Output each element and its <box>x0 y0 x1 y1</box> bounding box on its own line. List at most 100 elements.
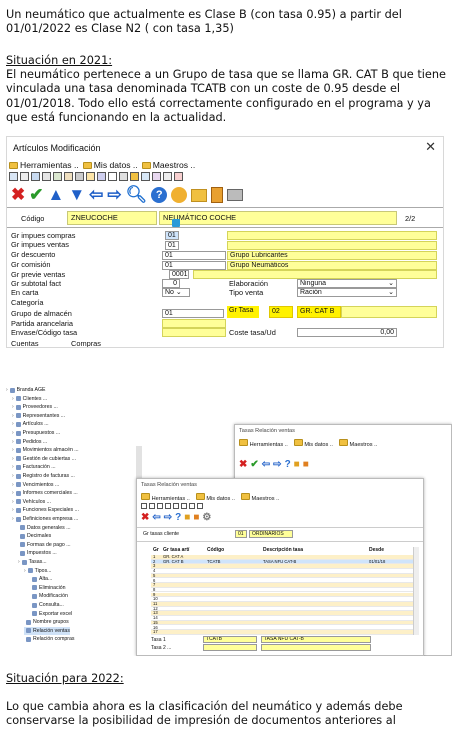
yellow-field[interactable] <box>227 241 437 250</box>
toolbar-icon[interactable] <box>152 172 161 181</box>
arrow-down-icon[interactable]: ▼ <box>68 186 85 204</box>
tree-item[interactable]: › Tasas... <box>18 558 47 566</box>
grid-scrollbar[interactable] <box>413 547 419 635</box>
toolbar-icon[interactable] <box>181 503 187 509</box>
tree-item[interactable]: › Gestión de cubiertas ... <box>12 455 76 463</box>
coste-field[interactable]: 0,00 <box>297 328 397 337</box>
cancel-x-icon[interactable]: ✖ <box>141 512 149 523</box>
print-icon[interactable] <box>227 189 244 201</box>
tree-item[interactable]: Relación ventas <box>24 626 70 635</box>
grupo-name-field[interactable]: ORDINARIOS <box>249 530 293 538</box>
yellow-field[interactable] <box>193 270 437 279</box>
envase-field[interactable] <box>162 328 226 337</box>
tree-item[interactable]: Eliminación <box>30 584 66 592</box>
tree-item[interactable]: › Registro de facturas ... <box>12 472 75 480</box>
arrow-up-icon[interactable]: ▲ <box>48 186 65 204</box>
tree-item[interactable]: Datos generales ... <box>18 524 71 532</box>
toolbar-icon[interactable] <box>163 172 172 181</box>
tree-item[interactable]: › Vehículos ... <box>12 498 51 506</box>
menu-maestros[interactable]: Maestros .. <box>240 493 279 502</box>
help-icon[interactable]: ? <box>175 512 181 523</box>
tasa1-desc-field[interactable]: TASA NFU CAT-B <box>261 636 371 643</box>
tree-item[interactable]: Decimales <box>18 532 51 540</box>
arrow-left-icon[interactable]: ⇦ <box>262 459 270 470</box>
gr-tasa-desc-field[interactable] <box>341 306 437 318</box>
tree-item[interactable]: Alta... <box>30 575 52 583</box>
toolbar-icon[interactable] <box>130 172 139 181</box>
partida-field[interactable] <box>162 319 226 328</box>
tree-item[interactable]: Formas de pago ... <box>18 541 71 549</box>
folder-icon[interactable] <box>191 188 208 202</box>
clipboard-icon[interactable]: ■ <box>193 512 199 523</box>
menu-herramientas[interactable]: Herramientas .. <box>9 159 79 171</box>
tree-item[interactable]: › Vencimientos ... <box>12 481 59 489</box>
toolbar-icon[interactable] <box>141 172 150 181</box>
clipboard-icon[interactable]: ■ <box>303 459 309 470</box>
tree-item[interactable]: › Presupuestos ... <box>12 429 60 437</box>
toolbar-icon[interactable] <box>42 172 51 181</box>
arrow-right-icon[interactable]: ⇨ <box>273 459 281 470</box>
subtotal-field[interactable]: 0 <box>162 279 180 288</box>
tasa2-code-field[interactable] <box>203 644 257 651</box>
settings-icon[interactable] <box>171 187 188 203</box>
codigo-field[interactable]: ZNEUCOCHE <box>67 211 157 225</box>
close-icon[interactable]: ✕ <box>425 139 436 155</box>
menu-mis-datos[interactable]: Mis datos .. <box>82 159 138 171</box>
tree-item[interactable]: Modificación <box>30 592 68 600</box>
toolbar-icon[interactable] <box>174 172 183 181</box>
tree-item[interactable]: › Movimientos almacén ... <box>12 446 79 454</box>
tipo-venta-select[interactable]: Ración ⌄ <box>297 288 397 297</box>
tree-item[interactable]: Exportar excel <box>30 610 72 618</box>
folder-icon[interactable]: ■ <box>294 459 300 470</box>
menu-mis-datos[interactable]: Mis datos .. <box>195 493 235 502</box>
toolbar-icon[interactable] <box>31 172 40 181</box>
cancel-x-icon[interactable]: ✖ <box>11 186 25 204</box>
search-icon[interactable]: 🔍︎ <box>126 186 148 204</box>
tree-item[interactable]: › Definiciones empresa ... <box>12 515 78 523</box>
toolbar-icon[interactable] <box>149 503 155 509</box>
previe-field[interactable]: 0001 <box>169 270 189 279</box>
menu-herramientas[interactable]: Herramientas .. <box>141 493 190 502</box>
gr-tasa-code-field[interactable]: 02 <box>269 306 293 318</box>
en-carta-select[interactable]: No ⌄ <box>162 288 190 297</box>
toolbar-icon[interactable] <box>86 172 95 181</box>
grupo-neumaticos-field[interactable]: Grupo Neumáticos <box>227 261 437 270</box>
toolbar-icon[interactable] <box>64 172 73 181</box>
descuento-field[interactable]: 01 <box>162 251 226 260</box>
comision-field[interactable]: 01 <box>162 261 226 270</box>
toolbar-icon[interactable] <box>20 172 29 181</box>
menu-maestros[interactable]: Maestros .. <box>141 159 195 171</box>
toolbar-icon[interactable] <box>75 172 84 181</box>
settings-icon[interactable]: ⚙ <box>202 512 211 523</box>
tree-item[interactable]: Consulta... <box>30 601 64 609</box>
tree-item[interactable]: › Funciones Especiales ... <box>12 506 79 514</box>
toolbar-icon[interactable] <box>97 172 106 181</box>
tree-item[interactable]: › Proveedores ... <box>12 403 58 411</box>
yellow-field[interactable] <box>227 231 437 240</box>
arrow-left-icon[interactable]: ⇦ <box>152 512 160 523</box>
clipboard-icon[interactable] <box>211 187 224 203</box>
toolbar-icon[interactable] <box>108 172 117 181</box>
toolbar-icon[interactable] <box>165 503 171 509</box>
grupo-code-field[interactable]: 01 <box>235 530 247 538</box>
arrow-left-icon[interactable]: ⇦ <box>89 186 103 204</box>
tasa2-desc-field[interactable] <box>261 644 371 651</box>
tree-item[interactable]: Impuestos ... <box>18 549 57 557</box>
help-icon[interactable]: ? <box>151 187 168 203</box>
tree-item[interactable]: Relación compras <box>24 635 75 643</box>
tree-item[interactable]: Nombre grupos <box>24 618 69 626</box>
tree-item[interactable]: › Artículos ... <box>12 420 49 428</box>
tree-item[interactable]: › Representantes ... <box>12 412 65 420</box>
tree-item[interactable]: › Tipos... <box>24 567 52 575</box>
toolbar-icon[interactable] <box>157 503 163 509</box>
imp-compras-field[interactable]: 01 <box>165 231 179 240</box>
accept-check-icon[interactable]: ✔ <box>29 186 43 204</box>
toolbar-icon[interactable] <box>189 503 195 509</box>
menu-herramientas[interactable]: Herramientas .. <box>239 439 288 448</box>
menu-maestros[interactable]: Maestros .. <box>338 439 377 448</box>
grupo-lubricantes-field[interactable]: Grupo Lubricantes <box>227 251 437 260</box>
accept-check-icon[interactable]: ✔ <box>250 459 258 470</box>
imp-ventas-field[interactable]: 01 <box>165 241 179 250</box>
arrow-right-icon[interactable]: ⇨ <box>107 186 121 204</box>
descripcion-field[interactable]: NEUMÁTICO COCHE <box>159 211 397 225</box>
